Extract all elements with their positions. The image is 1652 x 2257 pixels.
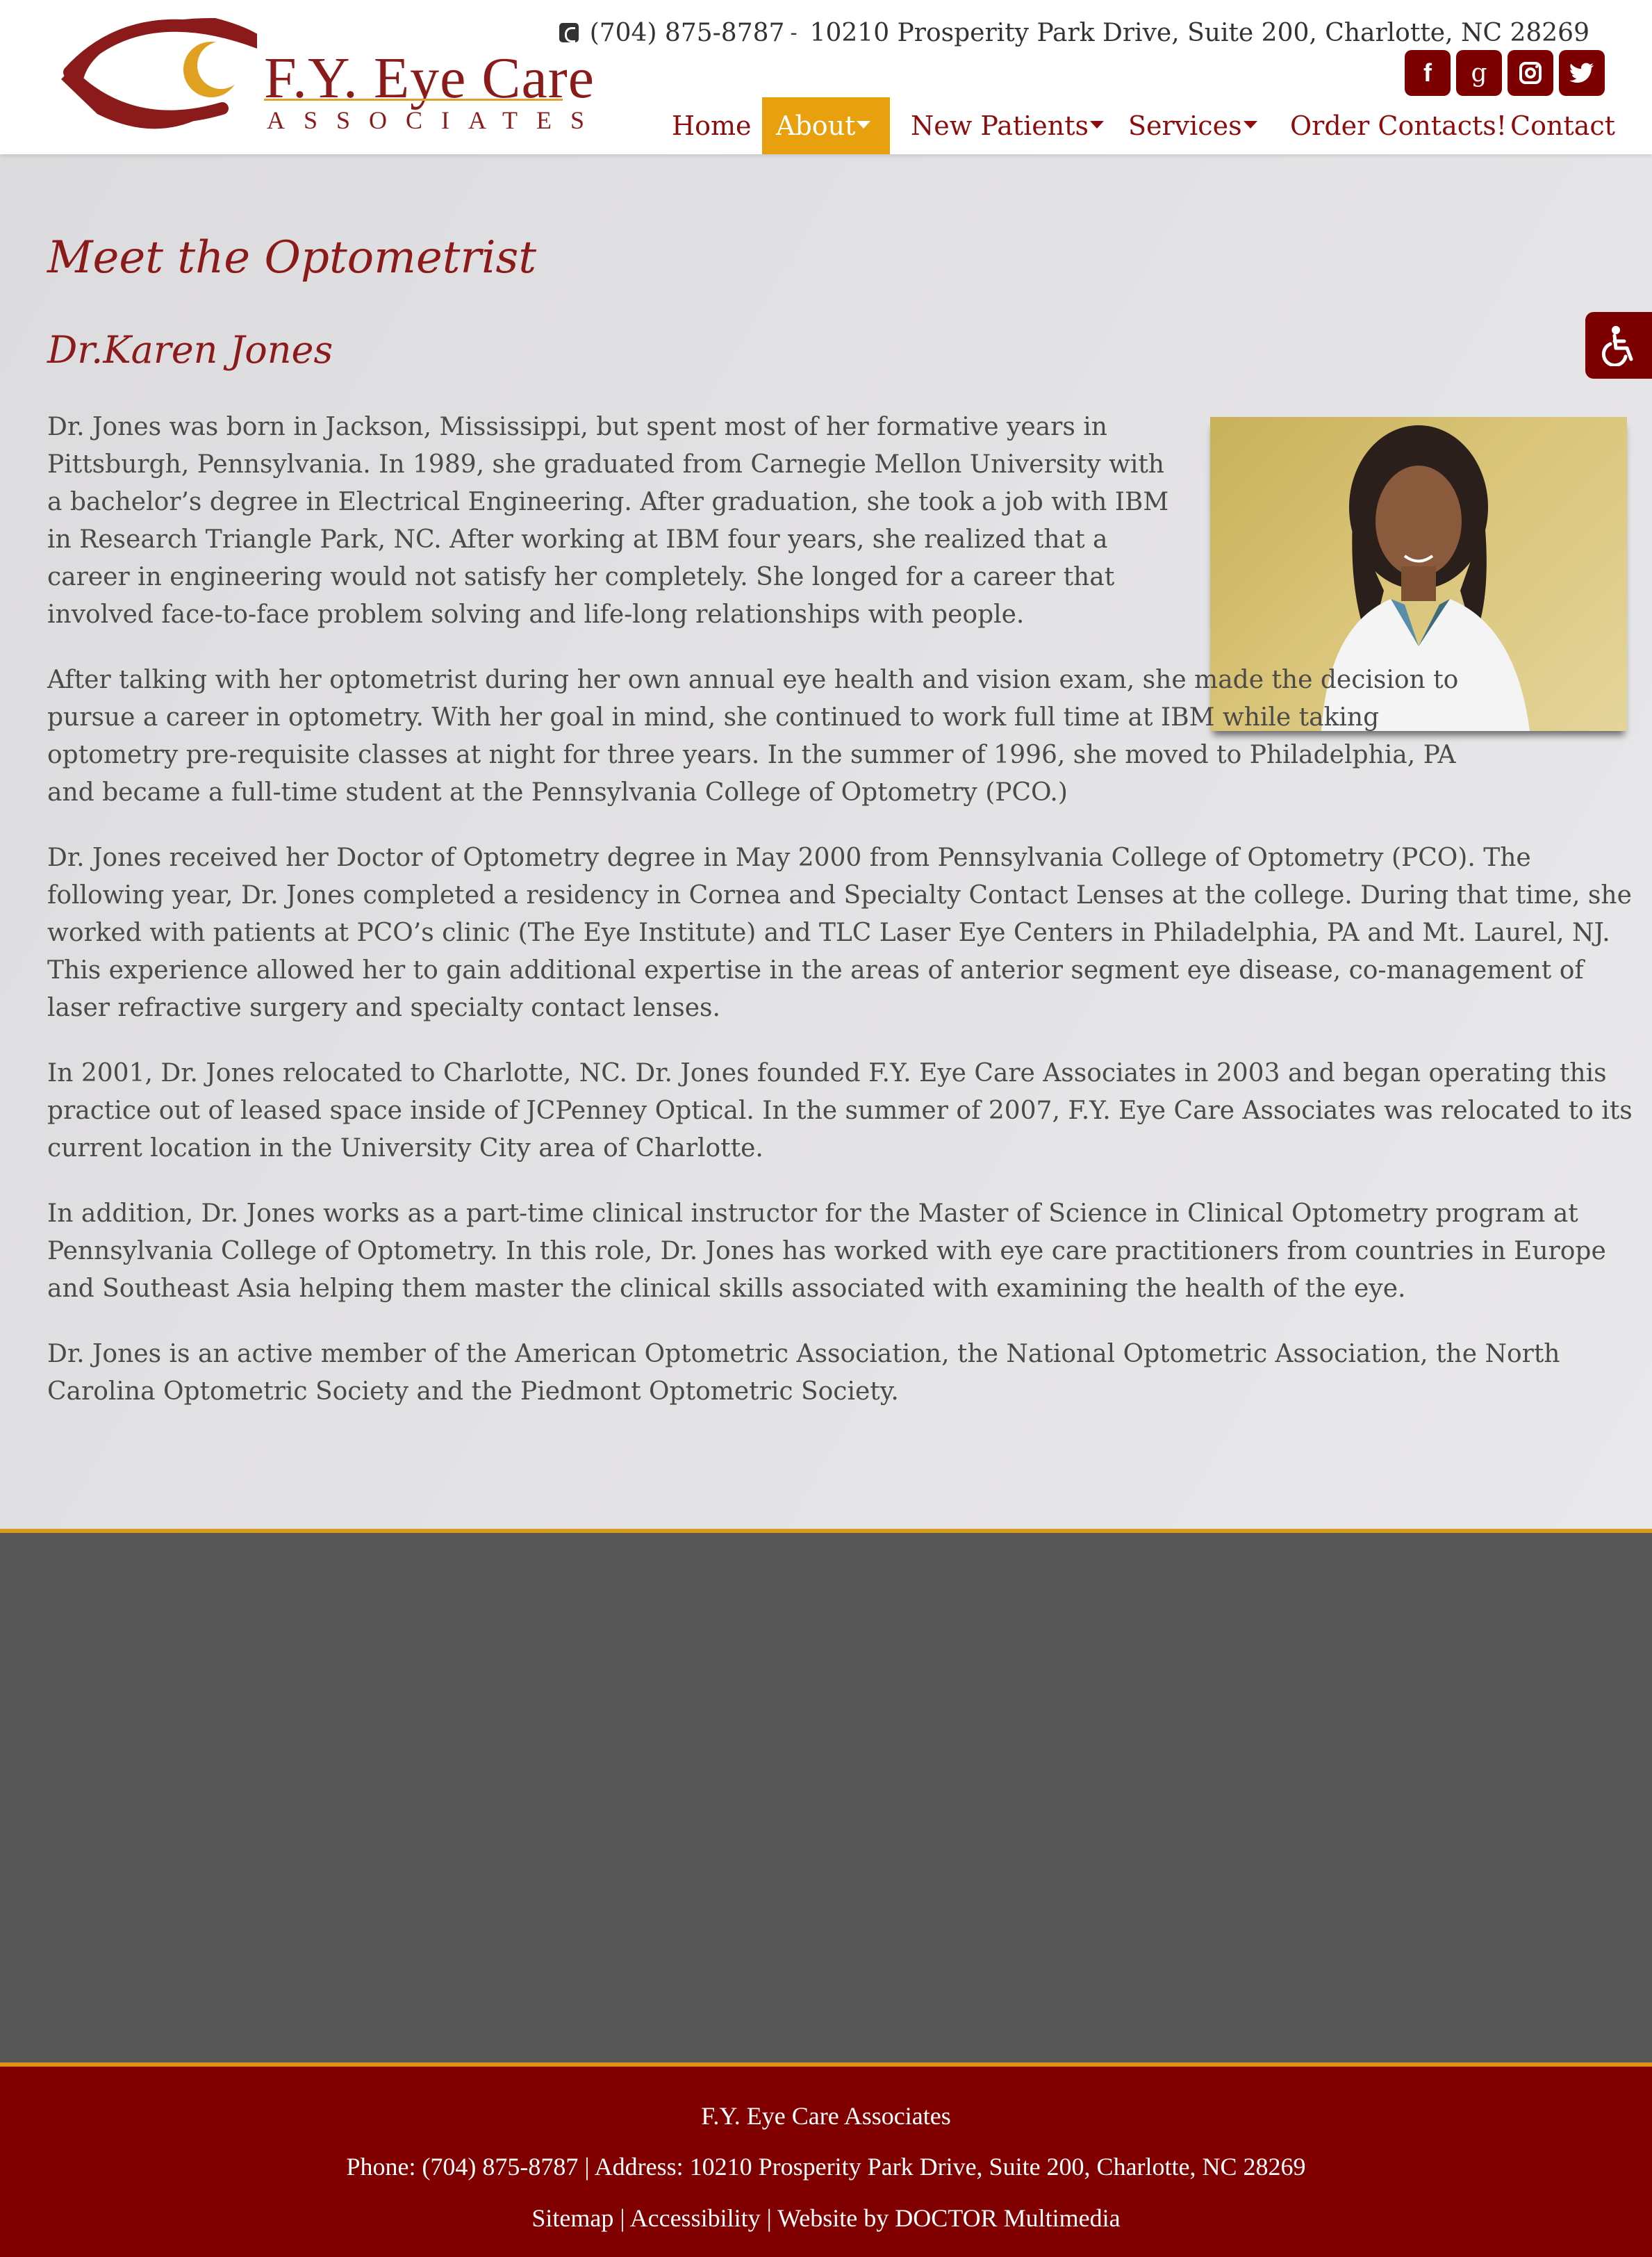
nav-home[interactable]: Home	[672, 97, 752, 154]
nav-about-label: About	[776, 110, 856, 141]
bio-paragraph-4: In 2001, Dr. Jones relocated to Charlott…	[47, 1059, 1633, 1163]
nav-services-label: Services	[1128, 110, 1242, 141]
bio-paragraph-6: Dr. Jones is an active member of the Ame…	[47, 1340, 1560, 1406]
google-plus-icon: g	[1471, 58, 1487, 88]
twitter-icon	[1569, 63, 1594, 83]
facebook-icon: f	[1423, 58, 1432, 87]
instagram-icon	[1519, 62, 1542, 84]
footer-divider: |	[620, 2204, 625, 2232]
nav-home-label: Home	[672, 110, 752, 141]
google-plus-button[interactable]: g	[1456, 50, 1502, 96]
social-links: f g	[1405, 50, 1605, 96]
chevron-down-icon	[857, 120, 871, 129]
nav-new-patients-label: New Patients	[911, 110, 1089, 141]
phone-icon	[559, 23, 579, 42]
accessibility-button[interactable]	[1585, 312, 1652, 379]
nav-services[interactable]: Services	[1128, 97, 1257, 154]
accessibility-link[interactable]: Accessibility	[630, 2204, 761, 2232]
credit-link[interactable]: Website by DOCTOR Multimedia	[777, 2204, 1120, 2232]
footer-practice-name: F.Y. Eye Care Associates	[701, 2102, 951, 2130]
nav-about[interactable]: About	[762, 97, 890, 154]
site-footer: F.Y. Eye Care Associates Phone: (704) 87…	[0, 2062, 1652, 2257]
bio-paragraph-1: Dr. Jones was born in Jackson, Mississip…	[47, 413, 1169, 629]
chevron-down-icon	[1243, 120, 1257, 129]
footer-divider: |	[766, 2204, 772, 2232]
nav-new-patients[interactable]: New Patients	[911, 97, 1105, 154]
bio-paragraph-3: Dr. Jones received her Doctor of Optomet…	[47, 844, 1632, 1022]
wheelchair-icon	[1601, 326, 1633, 366]
header-phone[interactable]: (704) 875-8787	[590, 19, 785, 47]
main-content: Meet the Optometrist Dr.Karen Jones Dr. …	[0, 154, 1652, 1529]
doctor-name: Dr.Karen Jones	[47, 328, 333, 372]
nav-order-contacts-label: Order Contacts!	[1290, 110, 1508, 141]
main-nav: Home About New Patients Services Order C…	[0, 97, 1652, 154]
header-separator: -	[790, 20, 798, 45]
sitemap-link[interactable]: Sitemap	[531, 2204, 613, 2232]
bio-paragraph-2: After talking with her optometrist durin…	[47, 662, 1638, 812]
twitter-button[interactable]	[1559, 50, 1605, 96]
footer-band	[0, 1529, 1652, 2062]
site-header: F.Y. Eye Care ASSOCIATES (704) 875-8787 …	[0, 0, 1652, 154]
header-address[interactable]: 10210 Prosperity Park Drive, Suite 200, …	[810, 19, 1589, 47]
header-contact: (704) 875-8787 - 10210 Prosperity Park D…	[559, 15, 1589, 50]
bio-paragraph-5: In addition, Dr. Jones works as a part-t…	[47, 1199, 1606, 1303]
facebook-button[interactable]: f	[1405, 50, 1451, 96]
nav-contact[interactable]: Contact	[1510, 97, 1615, 154]
bio-paragraph-2-text: After talking with her optometrist durin…	[47, 666, 1459, 807]
biography: Dr. Jones was born in Jackson, Mississip…	[47, 409, 1638, 1438]
nav-contact-label: Contact	[1510, 110, 1615, 141]
footer-links: Sitemap | Accessibility | Website by DOC…	[0, 2203, 1652, 2233]
instagram-button[interactable]	[1508, 50, 1553, 96]
page-title: Meet the Optometrist	[47, 232, 537, 284]
chevron-down-icon	[1090, 120, 1105, 129]
footer-contact: Phone: (704) 875-8787 | Address: 10210 P…	[346, 2153, 1306, 2181]
nav-order-contacts[interactable]: Order Contacts!	[1290, 97, 1507, 154]
